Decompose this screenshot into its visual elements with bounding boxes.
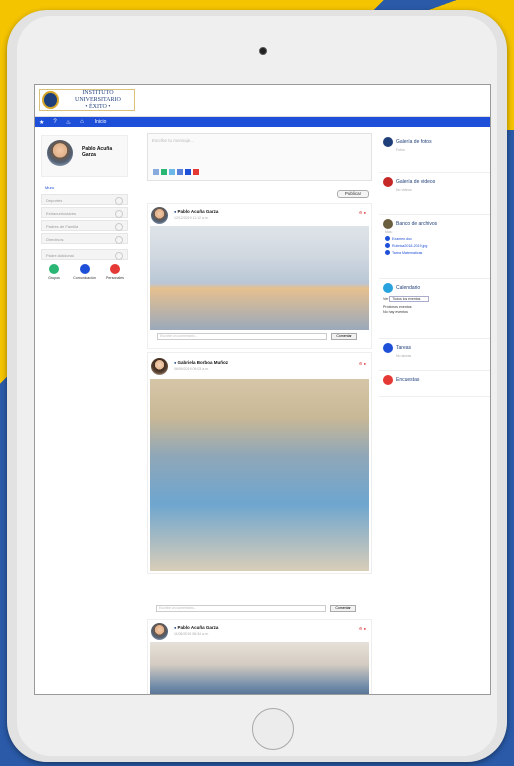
app-screen: INSTITUTO UNIVERSITARIO • ÉXITO • ★ ? ♨ … (34, 84, 491, 695)
photo-gallery-title[interactable]: Galería de fotos (396, 139, 432, 145)
post-options-icon[interactable]: ⚙ ● (359, 361, 366, 366)
post-options-icon[interactable]: ⚙ ● (359, 626, 366, 631)
post-date: 12/12/2019 11:12 a.m. (174, 216, 209, 220)
video-gallery-title[interactable]: Galería de videos (396, 179, 435, 185)
files-widget[interactable]: Banco de archivos Mas: Examen.doc Rubric… (379, 215, 490, 279)
tasks-title[interactable]: Tareas (396, 345, 411, 351)
folder-icon (383, 219, 393, 229)
video-gallery-sub: No videos (396, 188, 412, 192)
sidebar-item-directivos[interactable]: Directivos (41, 233, 128, 244)
tasks-widget[interactable]: Tareas No tareas (379, 339, 490, 371)
avatar[interactable] (151, 207, 168, 224)
calendar-filter-label: Ver (383, 296, 389, 301)
files-title[interactable]: Banco de archivos (396, 221, 437, 227)
comment-button[interactable]: Comentar (331, 333, 357, 340)
post-author[interactable]: Pablo Acuña Garza (174, 209, 219, 214)
photo-icon[interactable] (169, 169, 175, 175)
file-icon (385, 243, 390, 248)
post-date: 11/06/2019 08:34 a.m. (174, 632, 209, 636)
calendar-widget[interactable]: Calendario Ver Todos los eventos Próximo… (379, 279, 490, 339)
sidebar-shortcuts: Grupos Comunicación Personales (41, 264, 128, 280)
post-author[interactable]: Gabriela Borboa Muñoz (174, 360, 229, 365)
sidebar-item-padre-adicional[interactable]: Padre Adicional (41, 249, 128, 260)
tasks-icon (383, 343, 393, 353)
publish-button[interactable]: Publicar (337, 190, 369, 198)
gallery-icon (383, 137, 393, 147)
post-options-icon[interactable]: ⚙ ● (359, 210, 366, 215)
file-icon (385, 236, 390, 241)
avatar[interactable] (151, 623, 168, 640)
post-card: Pablo Acuña Garza 12/12/2019 11:12 a.m. … (147, 203, 372, 349)
calendar-filter-select[interactable]: Todos los eventos (389, 296, 430, 302)
files-sub: Mas: (385, 230, 393, 234)
logo-line1: INSTITUTO UNIVERSITARIO (75, 89, 121, 103)
image-icon[interactable] (161, 169, 167, 175)
personal-shortcut[interactable]: Personales (102, 264, 128, 280)
communication-icon (79, 264, 90, 274)
comment-input[interactable]: Escribe un comentario... (157, 333, 327, 340)
sidebar-item-muro[interactable]: Muro (45, 185, 128, 190)
help-icon[interactable]: ? (53, 119, 56, 125)
communication-shortcut[interactable]: Comunicación (72, 264, 98, 280)
profile-card[interactable]: Pablo Acuña Garza (41, 135, 128, 177)
post-composer[interactable]: Escribe tu mensaje... (147, 133, 372, 181)
tasks-sub: No tareas (396, 354, 412, 358)
youtube-icon[interactable] (193, 169, 199, 175)
profile-name[interactable]: Pablo Acuña Garza (82, 146, 122, 158)
photo-gallery-widget[interactable]: Galería de fotos Fotos (379, 133, 490, 173)
video-icon (383, 177, 393, 187)
file-icon[interactable] (185, 169, 191, 175)
seal-icon (42, 91, 59, 109)
star-icon[interactable]: ★ (39, 119, 44, 126)
post-image-lab[interactable] (150, 226, 369, 330)
feed-column: Escribe tu mensaje... Publicar Pablo Acu… (147, 133, 372, 694)
institution-logo[interactable]: INSTITUTO UNIVERSITARIO • ÉXITO • (39, 89, 135, 111)
home-icon[interactable]: ⌂ (80, 119, 84, 125)
app-header: INSTITUTO UNIVERSITARIO • ÉXITO • (35, 85, 490, 117)
file-link[interactable]: Rubrica2018-2019.jpg (385, 243, 488, 248)
post-image-student[interactable] (150, 379, 369, 571)
top-navbar: ★ ? ♨ ⌂ Inicio (35, 117, 490, 127)
music-icon[interactable] (177, 169, 183, 175)
post-image-classroom[interactable] (150, 642, 369, 694)
avatar[interactable] (47, 140, 73, 166)
calendar-icon (383, 283, 393, 293)
personal-icon (110, 264, 120, 274)
file-link[interactable]: Tarea Matematicas (385, 250, 488, 255)
composer-placeholder[interactable]: Escribe tu mensaje... (152, 138, 367, 143)
home-button[interactable] (252, 708, 294, 750)
calendar-next-label: Próximos eventos (383, 305, 412, 309)
sidebar-item-padres[interactable]: Padres de Familia (41, 220, 128, 231)
attach-icon[interactable] (153, 169, 159, 175)
post-card: Gabriela Borboa Muñoz 06/09/2019 09:03 a… (147, 352, 372, 574)
post-date: 06/09/2019 09:03 a.m. (174, 367, 210, 371)
nav-home-link[interactable]: Inicio (95, 119, 107, 125)
photo-gallery-sub: Fotos (396, 148, 405, 152)
calendar-empty: No hay eventos (383, 310, 408, 314)
camera-icon (259, 47, 267, 55)
post-author[interactable]: Pablo Acuña Garza (174, 625, 219, 630)
surveys-icon (383, 375, 393, 385)
comment-button[interactable]: Comentar (330, 605, 356, 612)
surveys-widget[interactable]: Encuestas (379, 371, 490, 397)
right-sidebar: Galería de fotos Fotos Galería de videos… (379, 133, 490, 397)
sidebar-item-extracurriculares[interactable]: Extracurriculares (41, 207, 128, 218)
video-gallery-widget[interactable]: Galería de videos No videos (379, 173, 490, 215)
post-card: Pablo Acuña Garza 11/06/2019 08:34 a.m. … (147, 619, 372, 694)
groups-icon (49, 264, 59, 274)
calendar-title[interactable]: Calendario (396, 285, 420, 291)
surveys-title[interactable]: Encuestas (396, 377, 419, 383)
avatar[interactable] (151, 358, 168, 375)
left-sidebar: Pablo Acuña Garza Muro Deportes Extracur… (41, 135, 128, 280)
file-icon (385, 250, 390, 255)
file-link[interactable]: Examen.doc (385, 236, 488, 241)
bell-icon[interactable]: ♨ (66, 119, 71, 126)
comment-input[interactable]: Escribe un comentario... (156, 605, 326, 612)
sidebar-item-deportes[interactable]: Deportes (41, 194, 128, 205)
logo-line2: • ÉXITO • (85, 103, 111, 110)
groups-shortcut[interactable]: Grupos (41, 264, 67, 280)
